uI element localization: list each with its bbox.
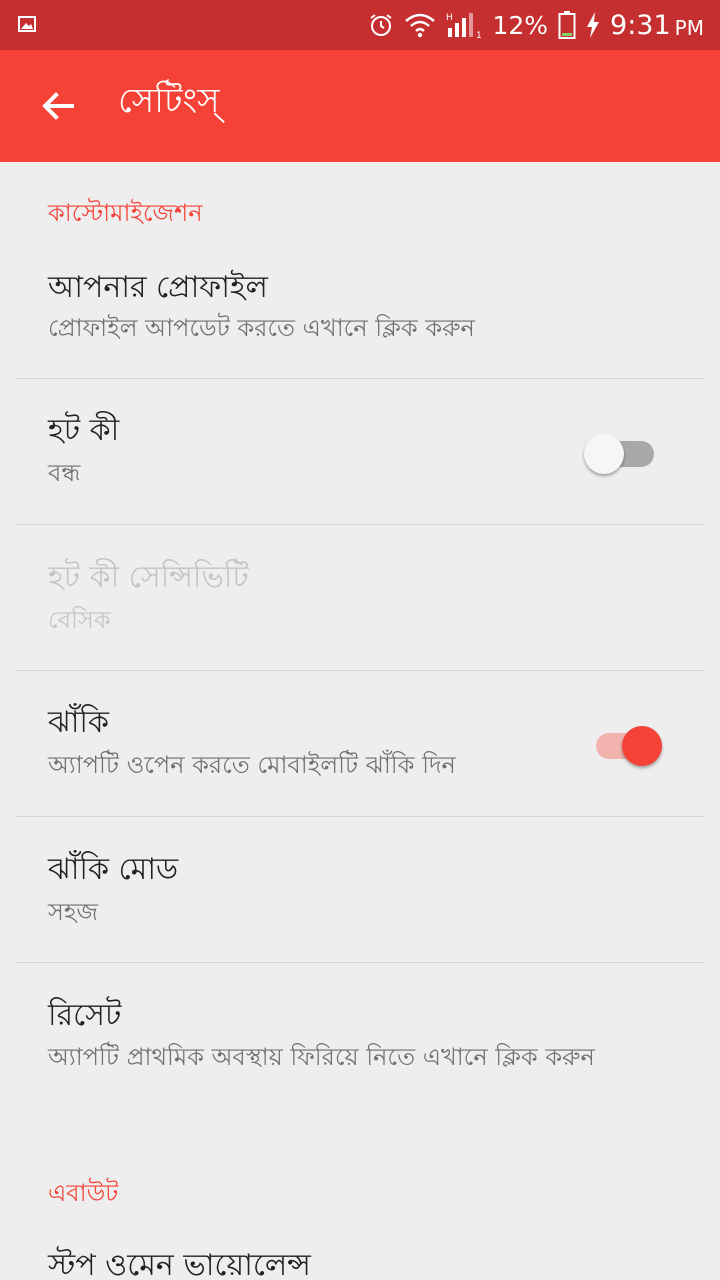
battery-icon: [558, 11, 576, 39]
section-header-about: এবাউট: [48, 1179, 119, 1207]
setting-title: স্টপ ওমেন ভায়োলেন্স: [48, 1248, 311, 1280]
setting-title: ঝাঁকি: [48, 705, 109, 740]
svg-text:1: 1: [476, 31, 482, 39]
section-header-customization: কাস্টোমাইজেশন: [48, 199, 203, 227]
setting-subtitle: অ্যাপটি ওপেন করতে মোবাইলটি ঝাঁকি দিন: [48, 751, 456, 779]
status-bar: H 1 12% 9:31 PM: [0, 0, 720, 50]
setting-title: হট কী: [48, 413, 120, 448]
setting-shake-mode[interactable]: ঝাঁকি মোড সহজ: [0, 817, 720, 962]
setting-title: ঝাঁকি মোড: [48, 852, 179, 887]
page-title: সেটিংস্: [118, 81, 220, 121]
setting-your-profile[interactable]: আপনার প্রোফাইল প্রোফাইল আপডেট করতে এখানে…: [0, 252, 720, 378]
battery-percent: 12%: [492, 10, 549, 40]
setting-subtitle: বন্ধ: [48, 459, 81, 487]
shake-switch[interactable]: [584, 723, 662, 766]
svg-text:H: H: [446, 13, 453, 23]
image-icon: [18, 16, 36, 32]
setting-subtitle: সহজ: [48, 898, 98, 926]
wifi-icon: [405, 13, 436, 38]
setting-hot-key[interactable]: হট কী বন্ধ: [0, 379, 720, 524]
app-bar: সেটিংস্: [0, 50, 720, 162]
setting-subtitle: বেসিক: [48, 606, 111, 634]
setting-subtitle: প্রোফাইল আপডেট করতে এখানে ক্লিক করুন: [48, 314, 475, 342]
arrow-left-icon[interactable]: [36, 84, 80, 128]
setting-reset[interactable]: রিসেট অ্যাপটি প্রাথমিক অবস্থায় ফিরিয়ে …: [0, 963, 720, 1143]
charging-icon: [587, 12, 600, 38]
setting-hot-key-sensitivity: হট কী সেন্সিভিটি বেসিক: [0, 525, 720, 670]
setting-subtitle: অ্যাপটি প্রাথমিক অবস্থায় ফিরিয়ে নিতে এ…: [48, 1043, 595, 1071]
setting-title: আপনার প্রোফাইল: [48, 270, 268, 305]
hot-key-switch[interactable]: [584, 431, 656, 474]
setting-stop-women-violence[interactable]: স্টপ ওমেন ভায়োলেন্স: [0, 1230, 720, 1280]
alarm-icon: [370, 14, 393, 36]
clock-ampm: PM: [674, 16, 704, 40]
setting-shake[interactable]: ঝাঁকি অ্যাপটি ওপেন করতে মোবাইলটি ঝাঁকি দ…: [0, 671, 720, 816]
signal-icon: H 1: [446, 13, 482, 39]
clock-time: 9:31: [610, 9, 671, 41]
setting-title: রিসেট: [48, 998, 122, 1033]
setting-title: হট কী সেন্সিভিটি: [48, 560, 249, 595]
